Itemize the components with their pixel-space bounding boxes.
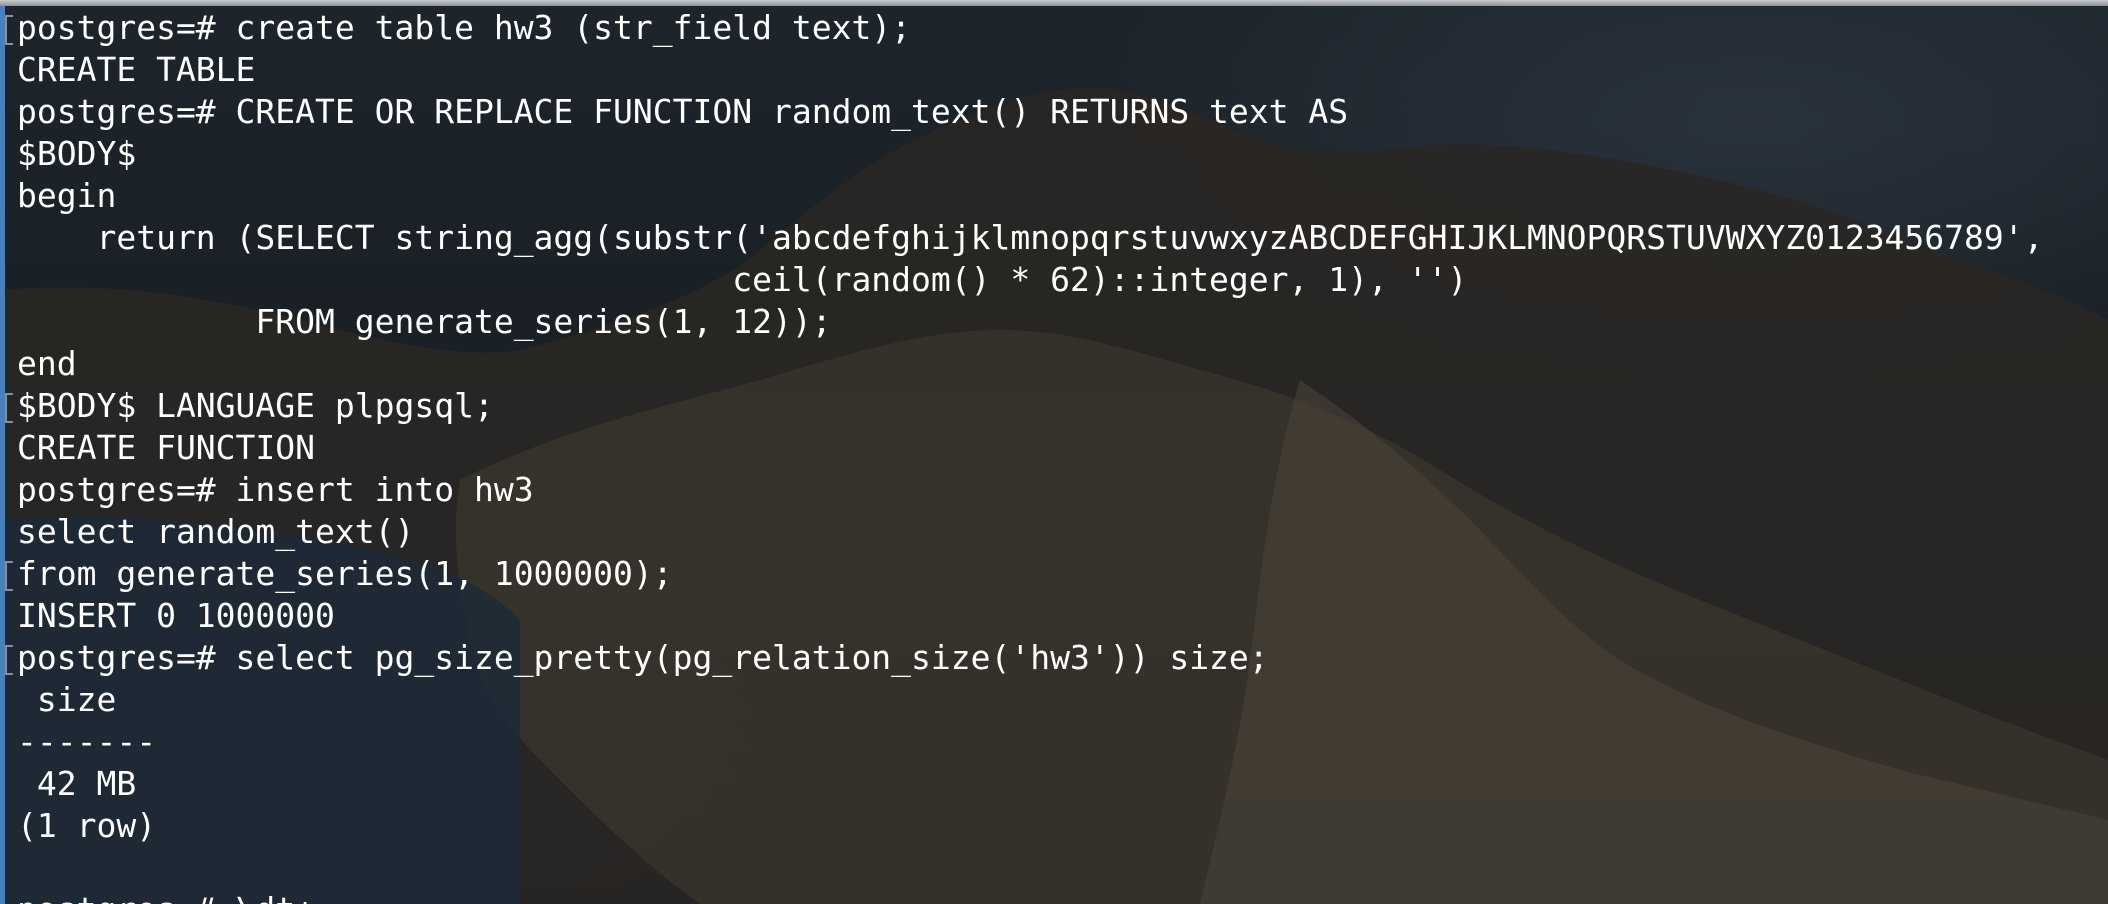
line-marker-icon: [5, 561, 13, 591]
terminal-line-code: select random_text(): [17, 512, 415, 551]
terminal-line-prompt: postgres=# create table hw3 (str_field t…: [17, 8, 912, 47]
terminal-line-output: (1 row): [17, 806, 157, 845]
line-marker-icon: [5, 645, 13, 675]
terminal-line-code: $BODY$ LANGUAGE plpgsql;: [17, 386, 494, 425]
terminal-line-output: INSERT 0 1000000: [17, 596, 335, 635]
terminal-line-output: size: [17, 680, 117, 719]
window-top-border: [0, 0, 2108, 6]
terminal-line-prompt: postgres=# select pg_size_pretty(pg_rela…: [17, 638, 1269, 677]
terminal-line-prompt: postgres=# \dt+: [17, 889, 2044, 904]
terminal-line-code: return (SELECT string_agg(substr('abcdef…: [17, 218, 2044, 257]
terminal-line-output: 42 MB: [17, 764, 137, 803]
terminal-line-output: CREATE FUNCTION: [17, 428, 316, 467]
terminal-line-code: FROM generate_series(1, 12));: [17, 302, 832, 341]
window-left-border: [0, 6, 5, 904]
terminal-line-code: ceil(random() * 62)::integer, 1), ''): [17, 260, 1468, 299]
terminal-line-output: -------: [17, 722, 157, 761]
line-marker-icon: [5, 393, 13, 423]
terminal-line-prompt: postgres=# CREATE OR REPLACE FUNCTION ra…: [17, 92, 1349, 131]
terminal-output[interactable]: postgres=# create table hw3 (str_field t…: [17, 7, 2044, 904]
terminal-line-code: $BODY$: [17, 134, 137, 173]
terminal-line-code: from generate_series(1, 1000000);: [17, 554, 673, 593]
terminal-line-prompt: postgres=# insert into hw3: [17, 470, 534, 509]
terminal-window[interactable]: postgres=# create table hw3 (str_field t…: [0, 0, 2108, 904]
terminal-line-code: end: [17, 344, 77, 383]
line-marker-icon: [5, 15, 13, 45]
terminal-line-output: CREATE TABLE: [17, 50, 256, 89]
terminal-line-code: begin: [17, 176, 117, 215]
